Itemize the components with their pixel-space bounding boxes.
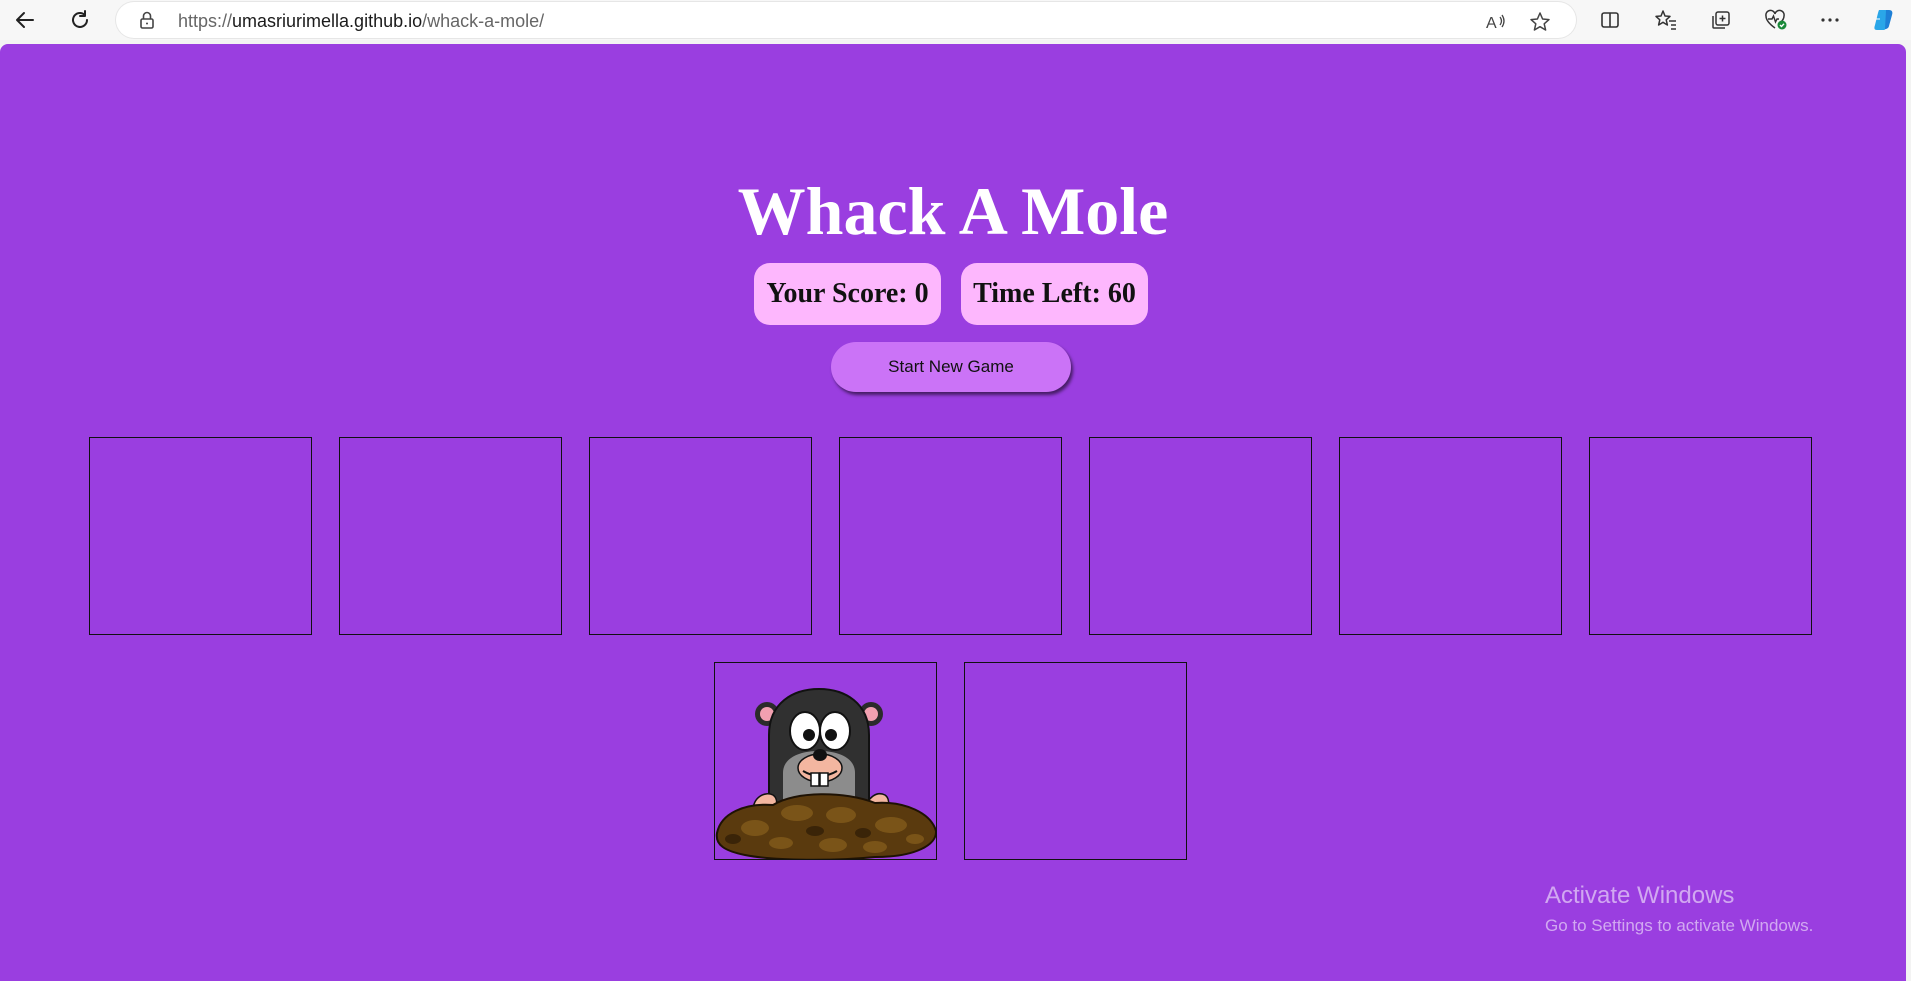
hole-2[interactable] bbox=[339, 437, 562, 635]
refresh-icon[interactable] bbox=[64, 4, 96, 36]
back-arrow-icon[interactable] bbox=[9, 4, 41, 36]
split-screen-icon[interactable] bbox=[1594, 4, 1626, 36]
start-new-game-button[interactable]: Start New Game bbox=[831, 342, 1071, 392]
url-prefix: https:// bbox=[178, 11, 233, 31]
game-page: Whack A Mole Your Score: 0 Time Left: 60… bbox=[0, 44, 1906, 981]
activate-windows-watermark: Activate Windows Go to Settings to activ… bbox=[1545, 882, 1813, 936]
hole-3[interactable] bbox=[589, 437, 812, 635]
svg-text:A: A bbox=[1486, 15, 1497, 32]
hole-5[interactable] bbox=[1089, 437, 1312, 635]
browser-toolbar: https://umasriurimella.github.io/whack-a… bbox=[0, 0, 1911, 40]
hole-6[interactable] bbox=[1339, 437, 1562, 635]
favorite-star-icon[interactable] bbox=[1526, 8, 1554, 36]
hole-4[interactable] bbox=[839, 437, 1062, 635]
read-aloud-icon[interactable]: A bbox=[1482, 8, 1510, 36]
hole-7[interactable] bbox=[1589, 437, 1812, 635]
favorites-icon[interactable] bbox=[1650, 4, 1682, 36]
address-bar[interactable]: https://umasriurimella.github.io/whack-a… bbox=[116, 2, 1576, 38]
url-host: umasriurimella.github.io bbox=[232, 11, 423, 31]
url-text: https://umasriurimella.github.io/whack-a… bbox=[178, 11, 544, 32]
lock-icon[interactable] bbox=[138, 10, 156, 30]
url-path: /whack-a-mole/ bbox=[422, 11, 545, 31]
watermark-subtitle: Go to Settings to activate Windows. bbox=[1545, 916, 1814, 935]
browser-essentials-icon[interactable] bbox=[1760, 4, 1792, 36]
more-options-icon[interactable] bbox=[1814, 4, 1846, 36]
copilot-icon[interactable] bbox=[1867, 4, 1899, 36]
hole-8[interactable] bbox=[714, 662, 937, 860]
score-display: Your Score: 0 bbox=[754, 263, 941, 325]
hole-9[interactable] bbox=[964, 662, 1187, 860]
collections-icon[interactable] bbox=[1705, 4, 1737, 36]
game-title: Whack A Mole bbox=[737, 173, 1169, 249]
hole-1[interactable] bbox=[89, 437, 312, 635]
watermark-title: Activate Windows bbox=[1545, 882, 1735, 909]
time-left-display: Time Left: 60 bbox=[961, 263, 1148, 325]
mole-image[interactable] bbox=[715, 663, 937, 860]
